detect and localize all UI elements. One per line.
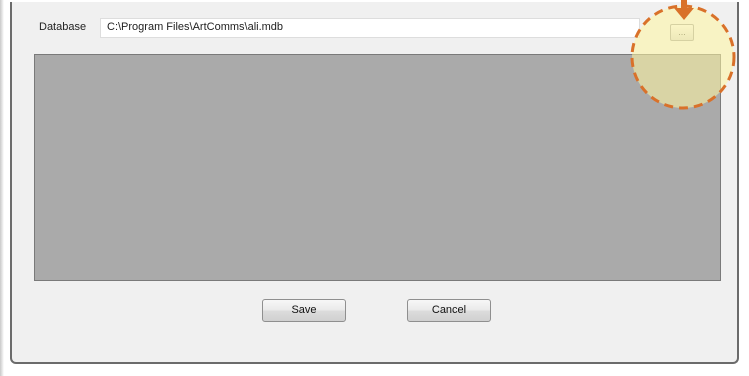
save-button[interactable]: Save <box>262 299 346 322</box>
database-path-field[interactable]: C:\Program Files\ArtComms\ali.mdb <box>100 18 640 38</box>
data-grid[interactable] <box>34 54 721 281</box>
page: Database C:\Program Files\ArtComms\ali.m… <box>0 0 749 376</box>
cancel-button[interactable]: Cancel <box>407 299 491 322</box>
window-edge-shadow <box>0 0 4 376</box>
database-label: Database <box>39 21 87 33</box>
browse-button[interactable]: ... <box>670 24 694 41</box>
database-settings-dialog: Database C:\Program Files\ArtComms\ali.m… <box>10 2 739 364</box>
